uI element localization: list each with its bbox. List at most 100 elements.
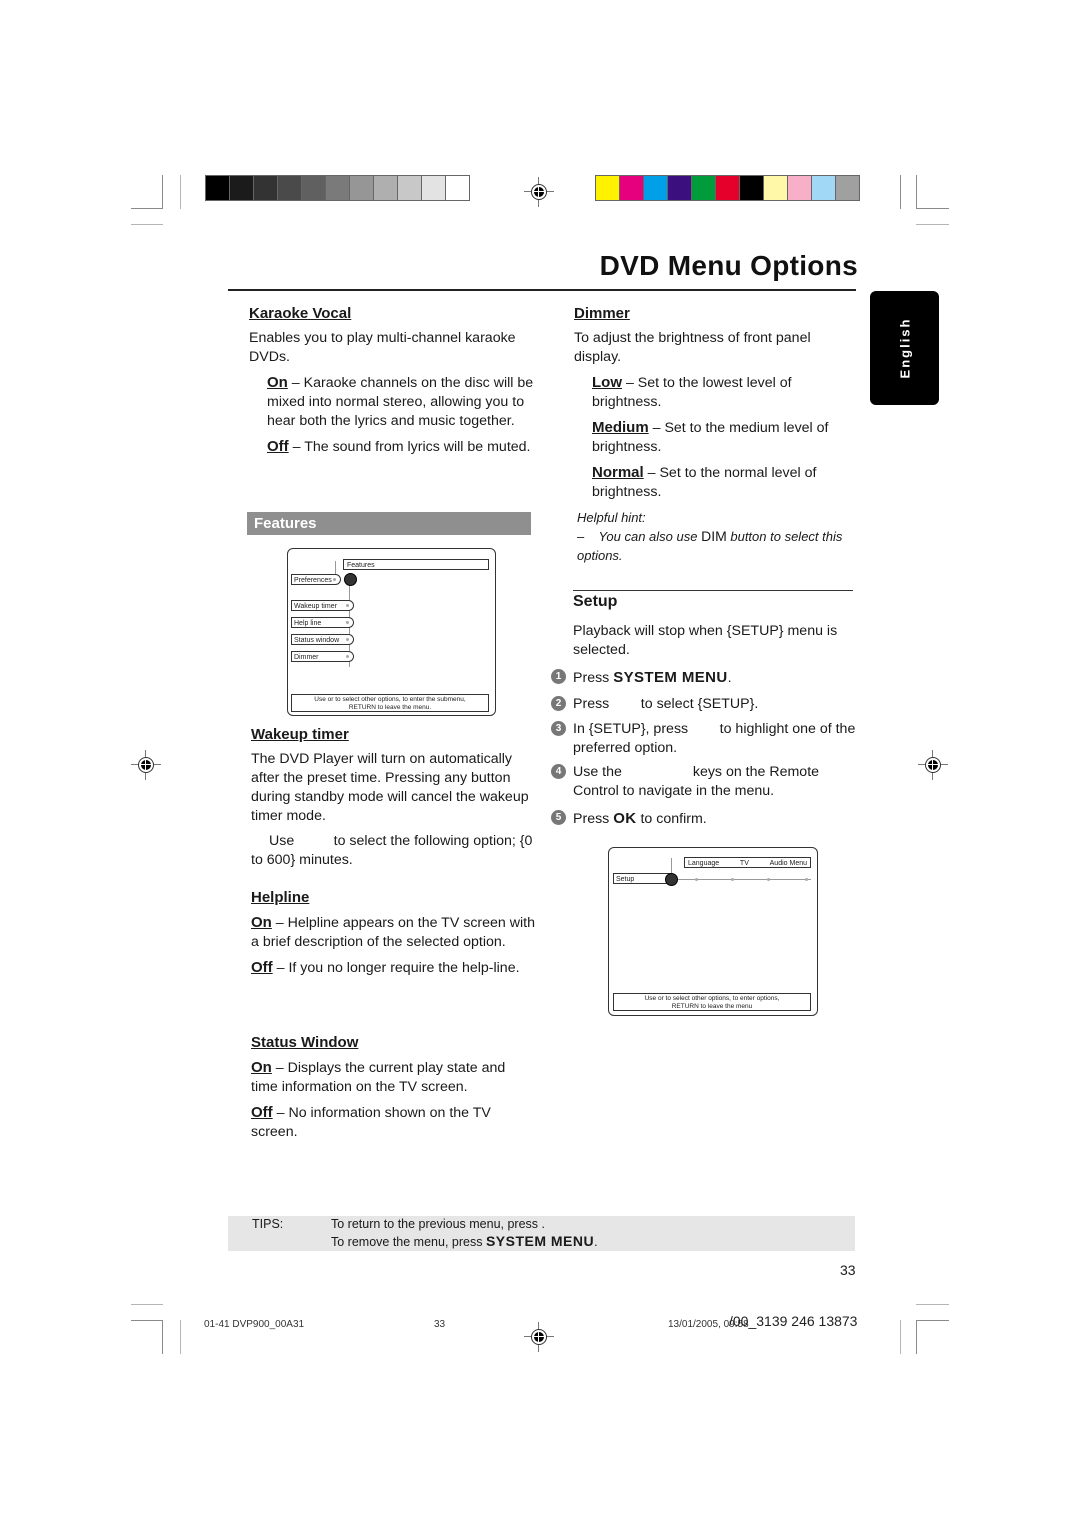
track-tick — [695, 878, 698, 881]
crop-mark — [916, 224, 949, 225]
dim-key-label: DIM — [701, 528, 727, 544]
option-description: – Displays the current play state and ti… — [251, 1060, 506, 1095]
step-number-icon: 1 — [551, 669, 566, 684]
language-tab: English — [870, 291, 939, 405]
grayscale-swatch — [326, 176, 349, 200]
tips-text: To remove the menu, press — [331, 1235, 486, 1249]
menu-item-label: Dimmer — [294, 654, 319, 661]
option-label: Off — [251, 1104, 273, 1121]
option-description: – If you no longer require the help-line… — [272, 960, 520, 976]
step-key: SYSTEM MENU — [613, 669, 728, 686]
navigation-knob-icon — [665, 873, 678, 886]
menu-tab-tv: TV — [739, 860, 749, 867]
step-text: . — [727, 670, 732, 686]
option-description: – Set to the lowest level of brightness. — [592, 375, 792, 410]
menu-item-label: Wakeup timer — [294, 603, 337, 610]
title-divider — [228, 289, 856, 291]
crop-mark — [916, 1304, 949, 1305]
features-menu-header: Features — [343, 559, 489, 570]
grayscale-swatch — [350, 176, 373, 200]
color-calibration-bar — [595, 175, 860, 201]
helpline-off-option: Off – If you no longer require the help-… — [251, 958, 536, 978]
crop-mark — [131, 1320, 163, 1321]
tips-line: To return to the previous menu, press . — [331, 1217, 545, 1231]
dimmer-medium-option: Medium – Set to the medium level of brig… — [574, 418, 856, 457]
menu-item-preferences: Preferences — [291, 574, 341, 585]
grayscale-swatch — [230, 176, 253, 200]
features-section-bar: Features — [247, 512, 531, 535]
step-number-icon: 5 — [551, 810, 566, 825]
dimmer-normal-option: Normal – Set to the normal level of brig… — [574, 463, 856, 502]
crop-mark — [900, 1320, 901, 1354]
crop-mark — [900, 175, 901, 209]
menu-tab-audio-menu: Audio Menu — [769, 860, 807, 867]
footer-line: Use or to select other options, to enter… — [644, 995, 780, 1002]
step-text: Press — [573, 811, 614, 827]
registration-mark-icon — [131, 750, 161, 780]
registration-mark-icon — [918, 750, 948, 780]
tips-box: TIPS: To return to the previous menu, pr… — [228, 1216, 855, 1251]
color-swatch — [596, 176, 619, 200]
crop-mark — [131, 224, 163, 225]
crop-mark — [131, 1304, 163, 1305]
track-tick — [731, 878, 734, 881]
menu-item-wakeup-timer: Wakeup timer — [291, 600, 354, 611]
track-tick — [805, 878, 808, 881]
color-swatch — [812, 176, 835, 200]
helpful-hint: Helpful hint: – You can also use DIM but… — [577, 508, 856, 565]
step-text: Press — [573, 670, 614, 686]
menu-item-label: Status window — [294, 637, 340, 644]
crop-mark — [162, 1320, 163, 1354]
step-key: OK — [613, 810, 637, 827]
karaoke-on-option: On – Karaoke channels on the disc will b… — [249, 373, 534, 431]
setup-menu-footer: Use or to select other options, to enter… — [613, 993, 811, 1011]
option-label: On — [251, 914, 272, 931]
status-window-heading: Status Window — [251, 1034, 359, 1051]
crop-mark — [180, 175, 181, 209]
menu-item-dimmer: Dimmer — [291, 651, 354, 662]
step-number-icon: 2 — [551, 696, 566, 711]
option-description: – The sound from lyrics will be muted. — [288, 439, 531, 455]
grayscale-swatch — [374, 176, 397, 200]
dimmer-heading: Dimmer — [574, 305, 630, 322]
tips-key: SYSTEM MENU — [485, 1233, 595, 1249]
hint-prefix: – You can also use — [577, 529, 702, 544]
karaoke-vocal-heading: Karaoke Vocal — [249, 305, 352, 322]
option-label: Low — [592, 374, 622, 391]
color-swatch — [644, 176, 667, 200]
option-description: – No information shown on the TV screen. — [251, 1105, 491, 1140]
footer-line: Use or to select other options, to enter… — [314, 696, 466, 703]
menu-item-label: Setup — [616, 876, 635, 883]
grayscale-swatch — [302, 176, 325, 200]
step-text: Use the keys on the Remote Control to na… — [573, 764, 823, 799]
footer-line: RETURN to leave the menu — [671, 1003, 753, 1010]
track-tick — [767, 878, 770, 881]
grayscale-swatch — [398, 176, 421, 200]
crop-mark — [916, 1320, 949, 1321]
registration-mark-icon — [524, 1322, 554, 1352]
page-number: 33 — [840, 1262, 856, 1278]
grayscale-swatch — [446, 176, 469, 200]
setup-intro: Playback will stop when {SETUP} menu is … — [573, 623, 838, 658]
color-swatch — [836, 176, 859, 200]
grayscale-swatch — [278, 176, 301, 200]
option-label: Off — [251, 959, 273, 976]
crop-mark — [131, 208, 163, 209]
color-swatch — [788, 176, 811, 200]
option-label: Medium — [592, 419, 649, 436]
option-label: Normal — [592, 464, 644, 481]
crop-mark — [916, 175, 917, 209]
footer-code: /00_3139 246 13873 — [729, 1313, 858, 1329]
menu-item-help-line: Help line — [291, 617, 354, 628]
menu-item-setup: Setup — [613, 873, 671, 884]
status-window-off-option: Off – No information shown on the TV scr… — [251, 1103, 536, 1142]
step-text: to confirm. — [636, 811, 707, 827]
menu-tab-language: Language — [688, 860, 720, 867]
crop-mark — [916, 208, 949, 209]
grayscale-swatch — [254, 176, 277, 200]
status-window-section: Status Window On – Displays the current … — [251, 1033, 536, 1148]
setup-divider — [573, 590, 853, 591]
wakeup-timer-use: Use to select the following option; {0 t… — [251, 833, 537, 868]
color-swatch — [740, 176, 763, 200]
color-swatch — [620, 176, 643, 200]
